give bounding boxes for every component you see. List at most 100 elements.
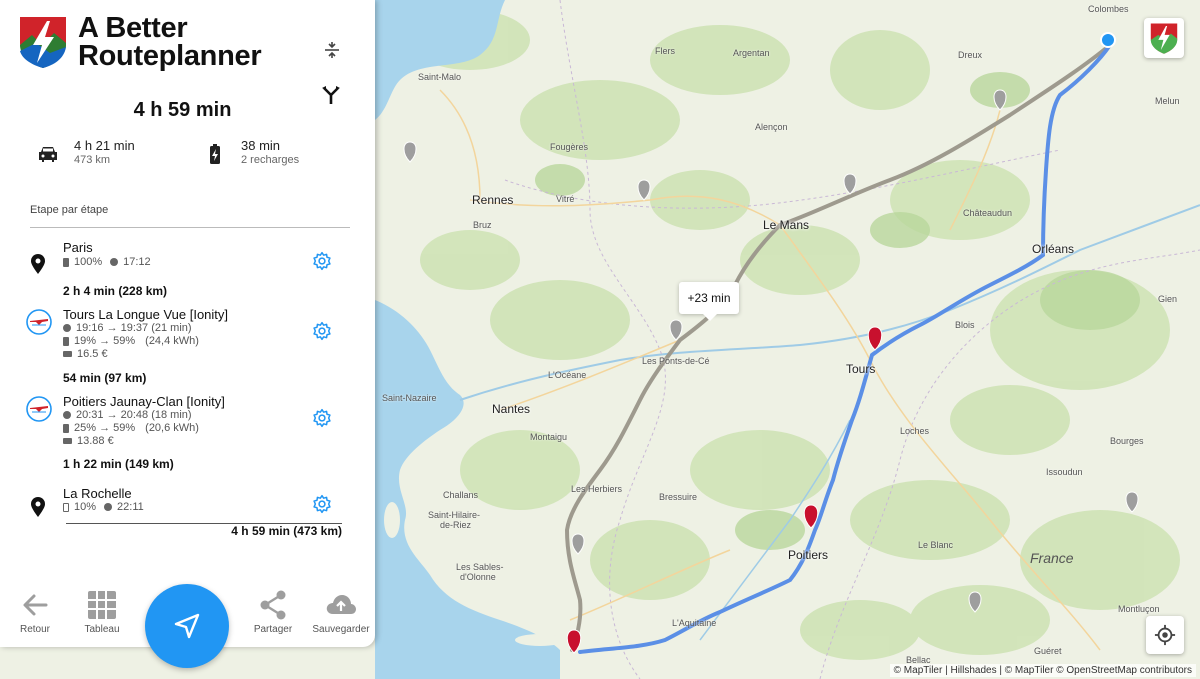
abrp-logo-icon [16, 15, 70, 69]
stop-name: Poitiers Jaunay-Clan [Ionity] [63, 394, 225, 409]
stop-name: Tours La Longue Vue [Ionity] [63, 307, 229, 322]
drive-time: 4 h 21 min [74, 138, 135, 153]
app-title: A Better Routeplanner [78, 12, 262, 72]
clock-icon [63, 411, 71, 419]
map-label-saint-hilaire: Saint-Hilaire- [428, 510, 481, 520]
car-icon [39, 147, 57, 162]
gear-icon[interactable] [312, 494, 332, 514]
location-pin-icon [31, 254, 45, 274]
share-button[interactable]: Partager [238, 588, 308, 635]
drive-distance: 473 km [74, 154, 111, 166]
map-label-nantes: Nantes [492, 402, 531, 416]
app-logo[interactable]: A Better Routeplanner [16, 12, 262, 72]
map-label-ponts-de-ce: Les Ponts-de-Cé [642, 356, 710, 366]
origin-marker [1100, 32, 1116, 48]
map-label-le-mans: Le Mans [763, 218, 810, 232]
stop-times: 20:31 → 20:48 (18 min) [76, 409, 192, 421]
map-label-vitre: Vitré [556, 194, 575, 204]
map-label-loches: Loches [900, 426, 930, 436]
gear-icon[interactable] [312, 251, 332, 271]
app-title-line1: A Better [78, 12, 188, 44]
drive-summary: 4 h 21 min 473 km [36, 138, 135, 166]
stop-soc: 100% [74, 256, 103, 268]
table-grid-icon [88, 591, 116, 619]
stop-time: 22:11 [117, 501, 144, 513]
location-pin-icon [31, 497, 45, 517]
charge-summary: 38 min 2 recharges [203, 138, 299, 166]
money-icon [63, 438, 72, 444]
map-label-colombes: Colombes [1088, 4, 1129, 14]
stop-energy: (24,4 kWh) [145, 335, 199, 347]
crosshair-icon [1154, 624, 1176, 646]
stop-charge: 25% → 59% [74, 422, 136, 434]
final-total-row: 4 h 59 min (473 km) [66, 523, 342, 538]
table-button[interactable]: Tableau [67, 588, 137, 635]
stop-charge-info: 25% → 59% (20,6 kWh) [63, 422, 199, 434]
share-icon [260, 590, 286, 620]
map-label-challans: Challans [443, 490, 479, 500]
map-label-montaigu: Montaigu [530, 432, 568, 442]
locate-me-button[interactable] [1146, 616, 1184, 654]
map-label-les-herbiers: Les Herbiers [571, 484, 623, 494]
map-label-de-riez: de-Riez [440, 520, 472, 530]
map-label-gueret: Guéret [1034, 646, 1062, 656]
back-button[interactable]: Retour [0, 588, 70, 635]
stop-arrival-info: 100% 17:12 [63, 256, 151, 268]
map-label-alencon: Alençon [755, 122, 788, 132]
map-label-saint-nazaire: Saint-Nazaire [382, 393, 437, 403]
leg-duration-3: 1 h 22 min (149 km) [63, 457, 174, 471]
charger-station-icon [26, 396, 52, 422]
route-alternative-tooltip[interactable]: +23 min [679, 282, 739, 321]
battery-low-icon [63, 502, 69, 512]
charge-time: 38 min [241, 138, 281, 153]
save-label: Sauvegarder [312, 624, 370, 635]
gear-icon[interactable] [312, 321, 332, 341]
map-label-montlucon: Montluçon [1118, 604, 1160, 614]
map-label-dreux: Dreux [958, 50, 983, 60]
charge-count: 2 recharges [241, 154, 300, 166]
abrp-logo-icon [1150, 23, 1178, 54]
leg-duration-2: 54 min (97 km) [63, 371, 147, 385]
battery-icon [63, 423, 69, 433]
map-label-bressuire: Bressuire [659, 492, 698, 502]
map-label-bruz: Bruz [473, 220, 492, 230]
battery-charging-icon [210, 144, 220, 164]
app-title-line2: Routeplanner [78, 40, 262, 72]
divider [30, 227, 350, 228]
table-label: Tableau [84, 624, 120, 635]
battery-icon [63, 336, 69, 346]
charger-station-icon [26, 309, 52, 335]
final-total: 4 h 59 min (473 km) [231, 524, 342, 538]
map-label-melun: Melun [1155, 96, 1180, 106]
start-navigation-button[interactable] [145, 584, 229, 668]
stop-name: La Rochelle [63, 486, 132, 501]
stop-energy: (20,6 kWh) [145, 422, 199, 434]
battery-icon [63, 257, 69, 267]
total-trip-time: 4 h 59 min [133, 99, 232, 121]
map-label-saint-malo: Saint-Malo [418, 72, 462, 82]
clock-icon [104, 503, 113, 511]
map-label-poitiers: Poitiers [788, 548, 829, 562]
map-attribution[interactable]: © MapTiler | Hillshades | © MapTiler © O… [889, 664, 1196, 677]
map-label-chateaudun: Châteaudun [963, 208, 1013, 218]
map-label-flers: Flers [655, 46, 675, 56]
map-label-issoudun: Issoudun [1046, 467, 1083, 477]
map-label-rennes: Rennes [472, 193, 514, 207]
clock-icon [110, 258, 119, 266]
stop-cost: 16.5 € [77, 348, 108, 360]
clock-icon [63, 324, 71, 332]
stop-arrival-info: 10% 22:11 [63, 501, 144, 513]
stop-charge-info: 19% → 59% (24,4 kWh) [63, 335, 199, 347]
save-button[interactable]: Sauvegarder [306, 588, 376, 635]
map-label-argentan: Argentan [733, 48, 770, 58]
stop-time-range: 19:16 → 19:37 (21 min) [63, 322, 192, 334]
map-label-orleans: Orléans [1032, 242, 1075, 256]
map-label-blois: Blois [955, 320, 975, 330]
gear-icon[interactable] [312, 408, 332, 428]
map-label-france: France [1030, 550, 1074, 566]
money-icon [63, 351, 72, 357]
stop-time-range: 20:31 → 20:48 (18 min) [63, 409, 192, 421]
abrp-map-logo[interactable] [1144, 18, 1184, 58]
navigation-arrow-icon [174, 613, 200, 639]
collapse-panel-icon[interactable] [322, 40, 342, 60]
